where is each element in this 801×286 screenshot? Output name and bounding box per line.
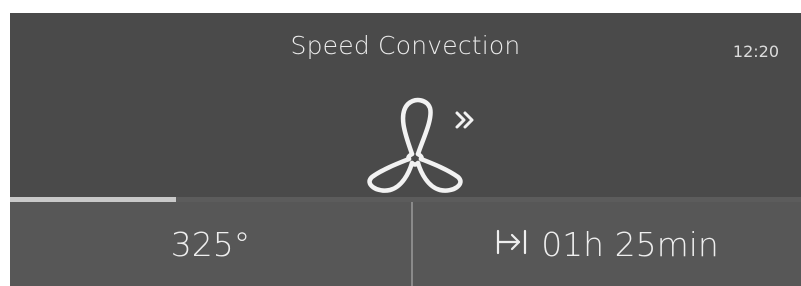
- fan-speed-icon[interactable]: [355, 93, 485, 193]
- temperature-value: 325°: [170, 224, 251, 264]
- temperature-setting[interactable]: 325°: [10, 202, 411, 286]
- settings-bar: 325° 01h 25min: [10, 202, 801, 286]
- clock: 12:20: [732, 42, 779, 61]
- duration-value: 01h 25min: [541, 224, 719, 264]
- oven-display: Speed Convection 12:20 325° 01h 25min: [10, 13, 801, 286]
- duration-setting[interactable]: 01h 25min: [413, 202, 801, 286]
- timer-end-icon: [495, 226, 529, 265]
- mode-header: Speed Convection 12:20: [10, 13, 801, 197]
- mode-title: Speed Convection: [290, 31, 521, 60]
